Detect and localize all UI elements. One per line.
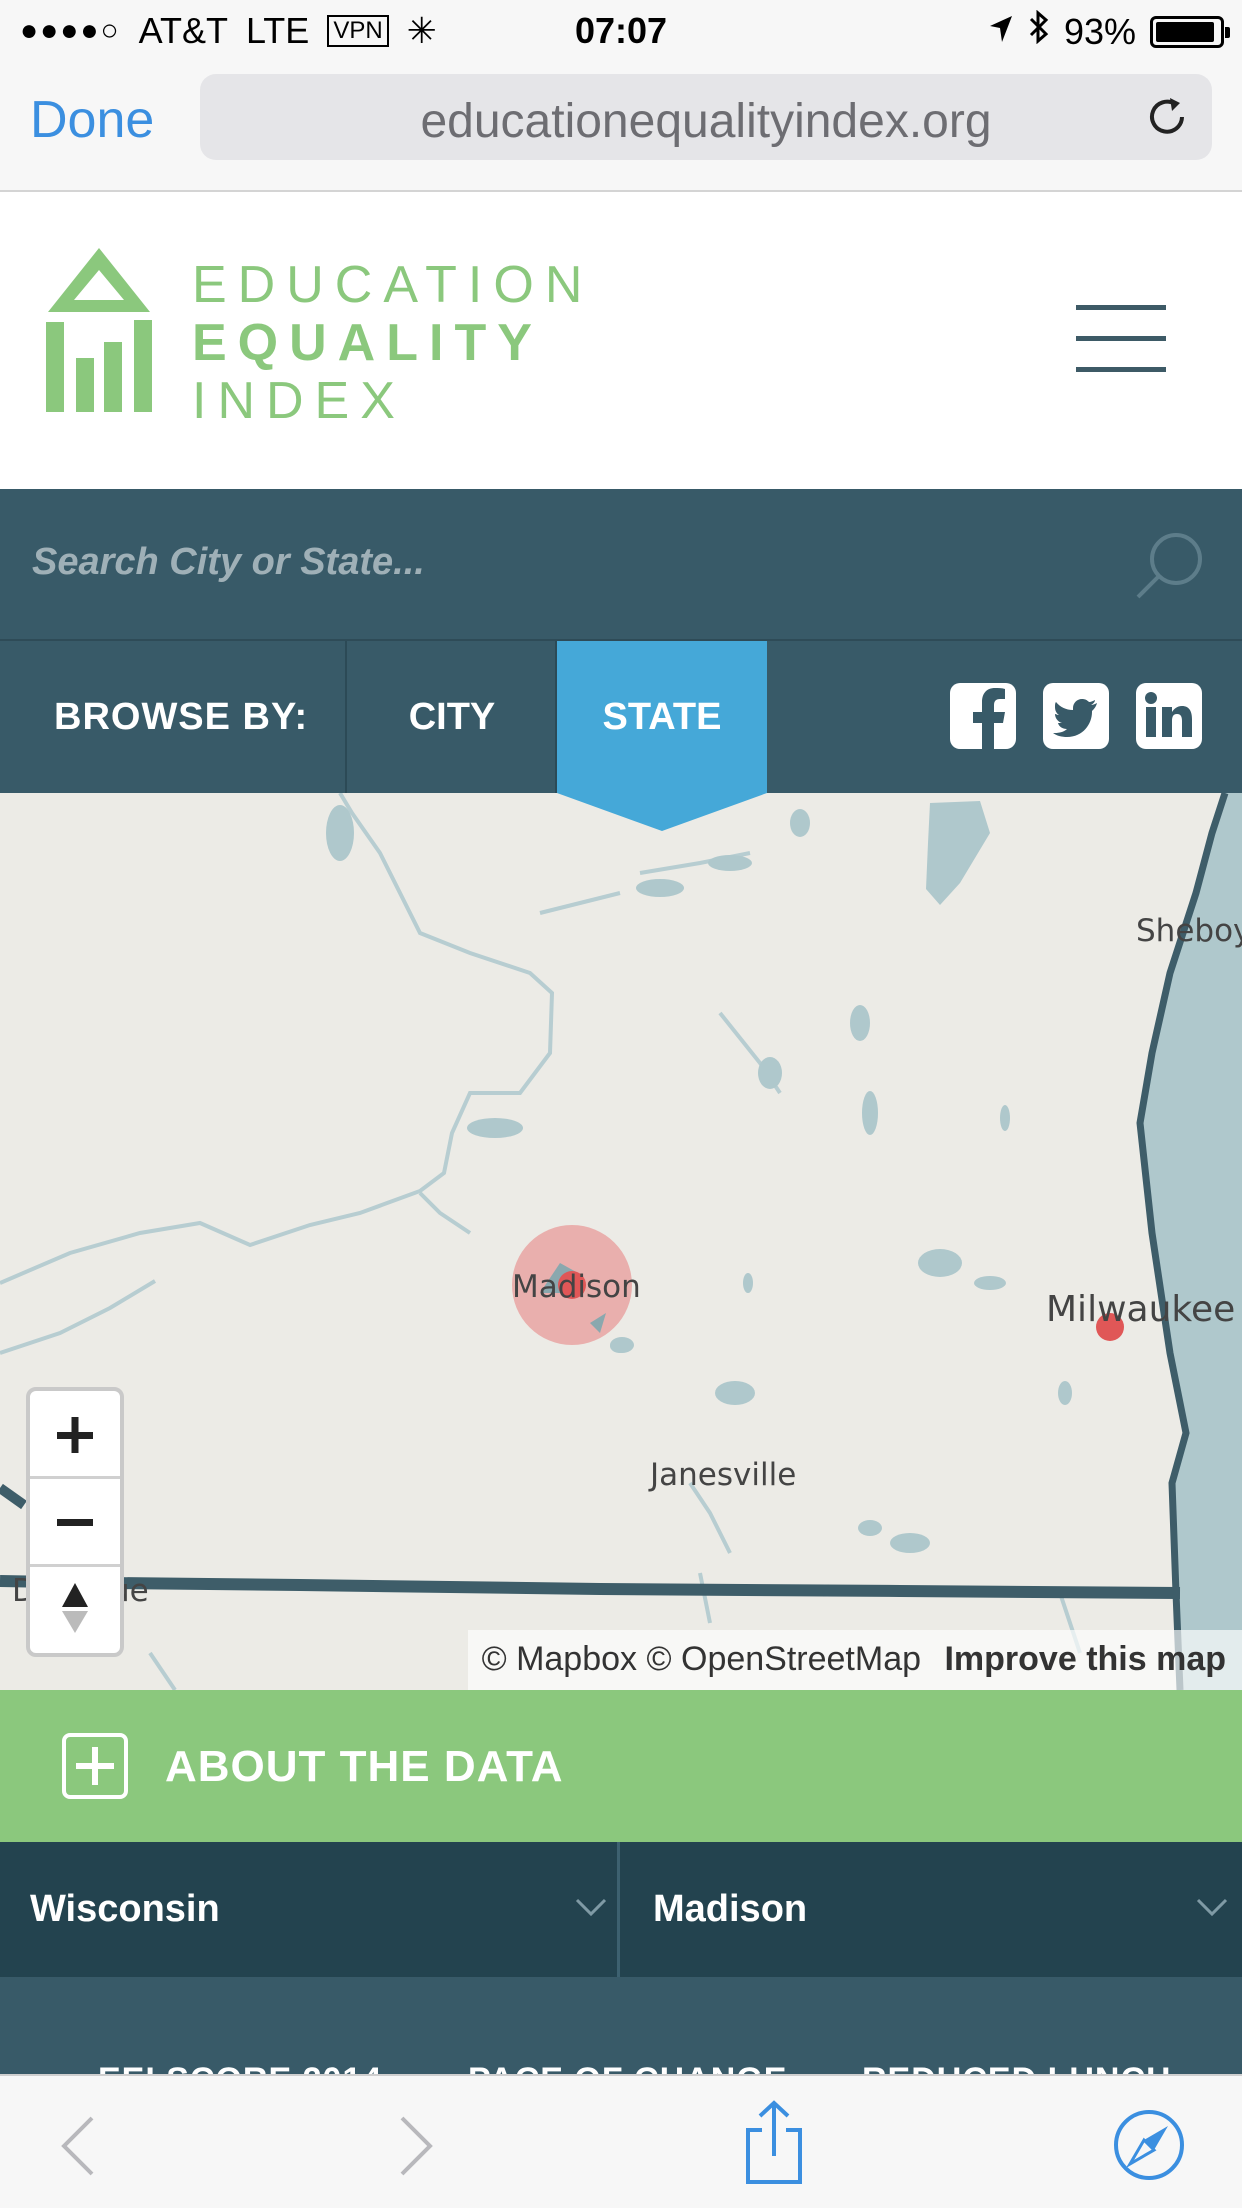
browse-by-label: BROWSE BY: — [54, 696, 309, 738]
river — [418, 1191, 472, 1235]
lake — [862, 1091, 878, 1135]
lake — [850, 1005, 870, 1041]
stats-header-band: EEI SCORE 2014 PACE OF CHANGE REDUCED LU… — [0, 1977, 1242, 2077]
lake — [974, 1276, 1006, 1290]
river — [148, 1651, 177, 1690]
map-label-milwaukee: Milwaukee — [1046, 1289, 1236, 1330]
logo-line-2: EQUALITY — [192, 314, 543, 372]
done-button[interactable]: Done — [30, 90, 154, 150]
zoom-control — [26, 1387, 124, 1657]
plus-box-icon — [62, 1733, 128, 1799]
location-arrow-icon — [988, 11, 1014, 53]
about-the-data-label: ABOUT THE DATA — [165, 1742, 564, 1791]
logo-line-3: INDEX — [192, 372, 406, 430]
status-right: 93% — [988, 9, 1230, 53]
forward-arrow-icon[interactable] — [396, 2114, 436, 2178]
city-select[interactable]: Madison — [623, 1842, 1242, 1977]
about-the-data-button[interactable]: ABOUT THE DATA — [0, 1690, 1242, 1842]
battery-icon — [1150, 15, 1230, 48]
osm-attribution-link[interactable]: © OpenStreetMap — [647, 1640, 922, 1678]
map-attribution: © Mapbox © OpenStreetMap Improve this ma… — [467, 1630, 1242, 1690]
lake — [610, 1337, 634, 1353]
river — [688, 1481, 732, 1624]
road — [0, 1483, 27, 1510]
tab-city[interactable]: CITY — [347, 641, 557, 793]
lake — [1058, 1381, 1072, 1405]
lake — [467, 1118, 523, 1138]
state-select-value: Wisconsin — [30, 1888, 220, 1930]
share-icon[interactable] — [742, 2100, 806, 2186]
url-text: educationequalityindex.org — [420, 95, 992, 148]
logo-line-1: EDUCATION — [192, 256, 594, 314]
logo-wordmark[interactable]: EDUCATION EQUALITY INDEX — [192, 256, 593, 430]
tab-state[interactable]: STATE — [557, 641, 767, 793]
lake — [708, 855, 752, 871]
battery-fill — [1156, 21, 1214, 42]
browser-toolbar — [0, 2074, 1242, 2208]
url-field[interactable]: educationequalityindex.org — [200, 74, 1212, 160]
logo-icon — [46, 248, 152, 412]
lake — [636, 879, 684, 897]
browse-by-bar: BROWSE BY: CITY STATE — [0, 641, 1242, 793]
river — [0, 793, 555, 1285]
bluetooth-icon — [1028, 9, 1050, 53]
lake — [890, 1533, 930, 1553]
map-canvas[interactable] — [0, 793, 1242, 1690]
state-border — [0, 1575, 1181, 1599]
hamburger-menu-icon[interactable] — [1076, 305, 1166, 375]
chevron-down-icon — [575, 1898, 607, 1917]
selector-row: Wisconsin Madison — [0, 1842, 1242, 1977]
lake — [790, 809, 810, 837]
zoom-in-button[interactable] — [30, 1391, 120, 1479]
lake — [743, 1273, 753, 1293]
lake — [918, 1249, 962, 1277]
compass-icon[interactable] — [30, 1567, 120, 1653]
map[interactable]: Madison Milwaukee Janesville Sheboy D ue… — [0, 793, 1242, 1690]
zoom-out-button[interactable] — [30, 1479, 120, 1567]
lake — [858, 1520, 882, 1536]
city-select-value: Madison — [653, 1888, 808, 1930]
status-bar: ●●●●○ AT&T LTE VPN ✳ 07:07 93% — [0, 0, 1242, 62]
facebook-icon[interactable] — [950, 683, 1016, 749]
mapbox-attribution-link[interactable]: © Mapbox — [482, 1640, 637, 1678]
search-bar — [0, 489, 1242, 641]
active-tab-pointer — [557, 793, 767, 831]
battery-percent: 93% — [1063, 10, 1136, 52]
lake — [758, 1057, 782, 1089]
back-arrow-icon[interactable] — [58, 2114, 98, 2178]
search-icon[interactable] — [1134, 529, 1206, 601]
site-header: EDUCATION EQUALITY INDEX — [0, 192, 1242, 489]
linkedin-icon[interactable] — [1136, 683, 1202, 749]
map-label-madison: Madison — [512, 1269, 641, 1305]
lake — [1000, 1105, 1010, 1131]
state-select[interactable]: Wisconsin — [0, 1842, 620, 1977]
twitter-icon[interactable] — [1043, 683, 1109, 749]
lake — [715, 1381, 755, 1405]
lake-winnebago — [926, 801, 990, 905]
river — [0, 1279, 157, 1355]
improve-map-link[interactable]: Improve this map — [944, 1640, 1226, 1678]
search-input[interactable] — [32, 541, 1112, 584]
browser-nav-bar: Done educationequalityindex.org — [0, 62, 1242, 192]
compass-safari-icon[interactable] — [1112, 2108, 1186, 2182]
lake — [326, 805, 354, 861]
reload-icon[interactable] — [1142, 92, 1192, 142]
chevron-down-icon — [1196, 1898, 1228, 1917]
map-label-sheboygan: Sheboy — [1136, 913, 1242, 949]
map-label-janesville: Janesville — [650, 1457, 797, 1493]
